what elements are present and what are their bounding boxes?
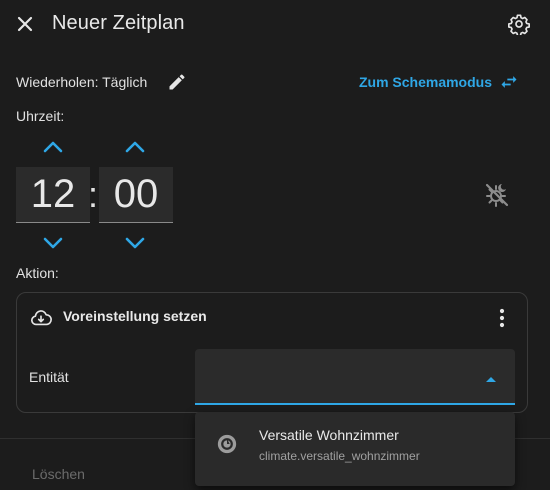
schema-mode-label: Zum Schemamodus: [358, 74, 492, 90]
minute-field[interactable]: 00: [99, 167, 173, 223]
minute-increment-button[interactable]: [121, 135, 149, 159]
close-button[interactable]: [12, 11, 38, 37]
schedule-dialog: Neuer Zeitplan Wiederholen: Täglich Zum …: [0, 0, 550, 490]
gear-icon: [508, 14, 530, 35]
minute-decrement-button[interactable]: [121, 231, 149, 255]
action-card-title: Voreinstellung setzen: [63, 308, 207, 324]
entity-select-arrow[interactable]: [484, 372, 498, 386]
dots-vertical-icon: [499, 308, 505, 328]
dialog-header: Neuer Zeitplan: [0, 0, 550, 48]
pencil-icon: [169, 74, 185, 90]
chevron-up-icon: [125, 141, 145, 153]
hour-field[interactable]: 12: [16, 167, 90, 223]
cloud-download-icon: [31, 310, 52, 326]
edit-repeat-button[interactable]: [165, 70, 189, 94]
schema-mode-toggle[interactable]: [497, 70, 521, 94]
action-card-menu-button[interactable]: [490, 306, 514, 330]
action-label: Aktion:: [16, 265, 59, 281]
dialog-title: Neuer Zeitplan: [52, 12, 185, 34]
sun-moon-off-icon: [485, 183, 509, 207]
hour-decrement-button[interactable]: [39, 231, 67, 255]
caret-up-icon: [486, 377, 496, 382]
time-separator: :: [88, 174, 99, 215]
close-icon: [17, 16, 33, 32]
time-label: Uhrzeit:: [16, 108, 65, 124]
delete-button[interactable]: Löschen: [32, 466, 85, 482]
entity-dropdown: Versatile Wohnzimmer climate.versatile_w…: [195, 412, 515, 486]
option-icon-wrap: [215, 432, 239, 456]
entity-option[interactable]: Versatile Wohnzimmer climate.versatile_w…: [195, 412, 515, 486]
swap-horizontal-icon: [501, 76, 517, 88]
entity-select[interactable]: [195, 349, 515, 405]
minute-value: 00: [113, 172, 159, 216]
chevron-down-icon: [125, 237, 145, 249]
hour-increment-button[interactable]: [39, 135, 67, 159]
option-name: Versatile Wohnzimmer: [259, 427, 399, 443]
action-card-icon-wrap: [29, 306, 53, 330]
thermostat-icon: [217, 434, 237, 454]
sun-time-toggle[interactable]: [482, 180, 512, 210]
repeat-label: Wiederholen: Täglich: [16, 74, 148, 90]
schema-mode-button[interactable]: Zum Schemamodus: [359, 72, 492, 92]
hour-value: 12: [30, 172, 76, 216]
option-entity-id: climate.versatile_wohnzimmer: [259, 449, 420, 463]
entity-label: Entität: [29, 369, 69, 385]
chevron-down-icon: [43, 237, 63, 249]
chevron-up-icon: [43, 141, 63, 153]
settings-button[interactable]: [506, 11, 532, 37]
